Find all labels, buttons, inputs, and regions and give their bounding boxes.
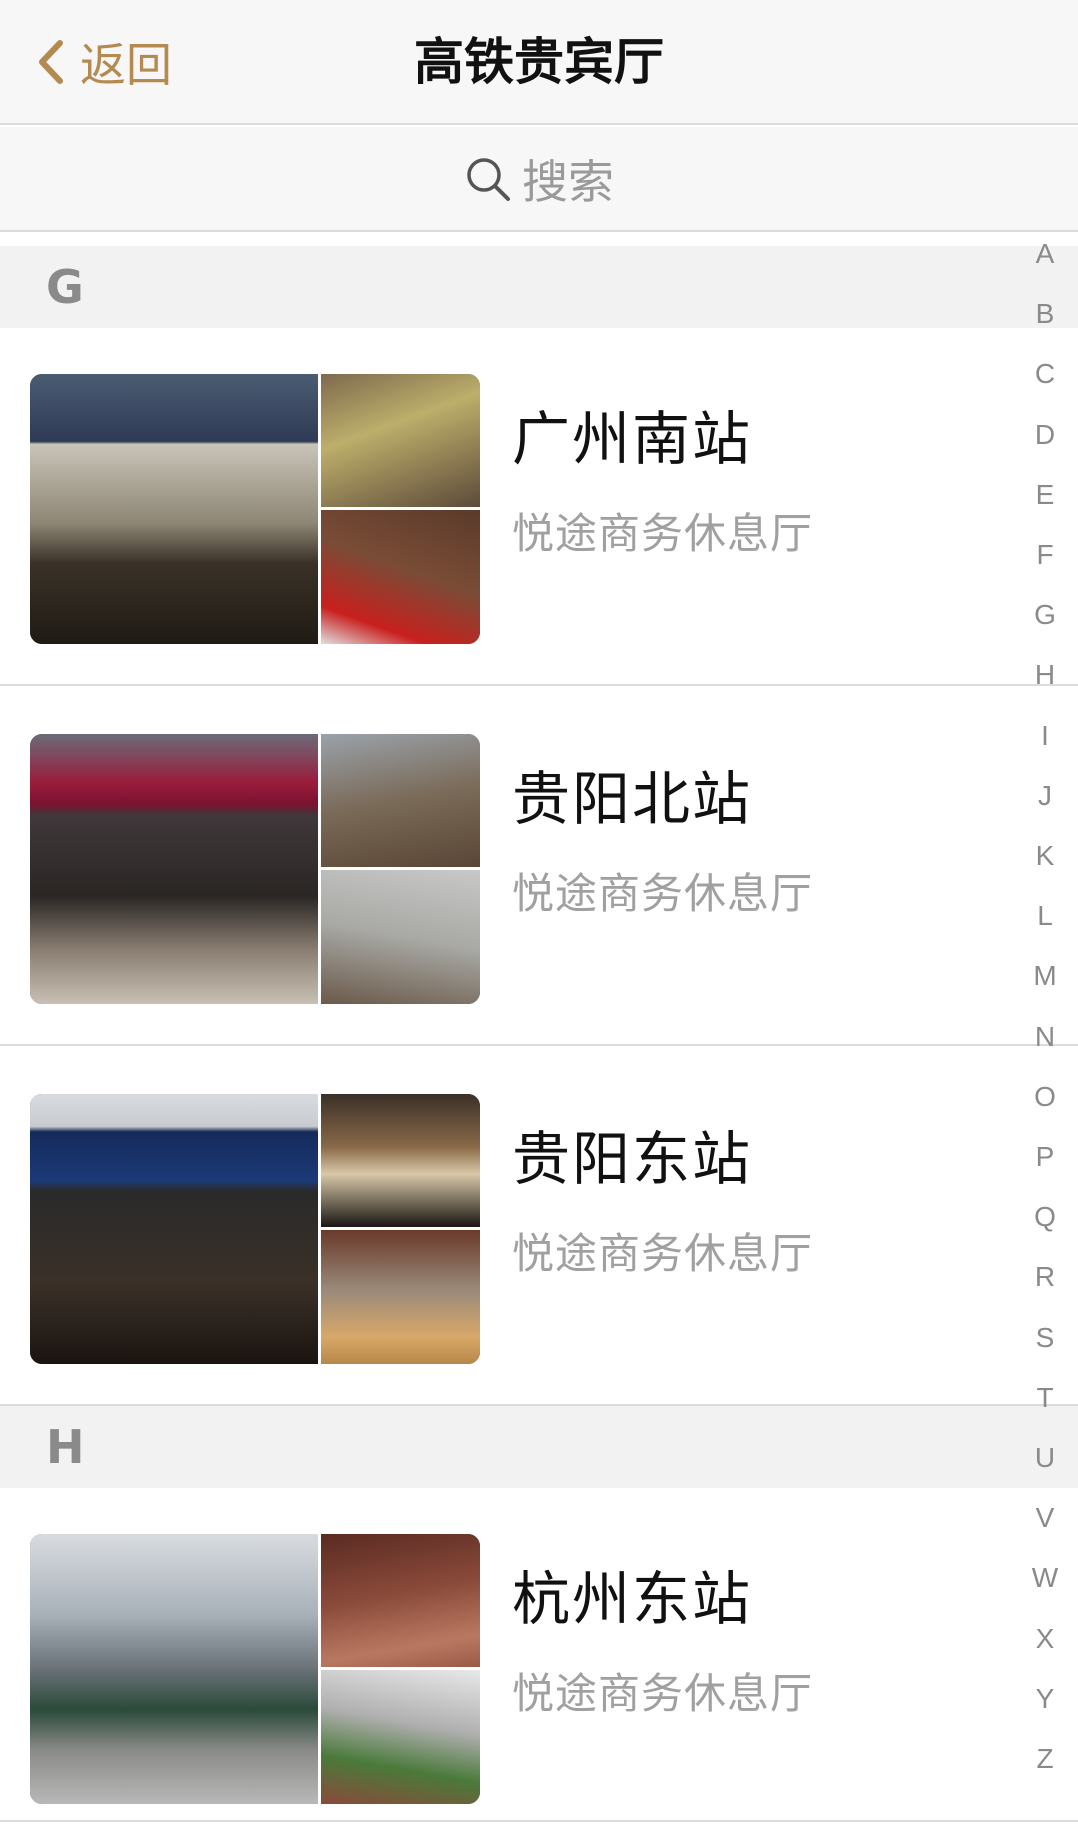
index-letter-s[interactable]: S — [1020, 1322, 1070, 1354]
index-letter-q[interactable]: Q — [1020, 1201, 1070, 1233]
index-letter-i[interactable]: I — [1020, 720, 1070, 752]
section-header-g: G — [0, 246, 1078, 328]
station-name: 杭州东站 — [512, 1565, 753, 1633]
section-letter: G — [46, 260, 84, 314]
alphabet-index[interactable]: ABCDEFGHIJKLMNOPQRSTUVWXYZ — [1020, 232, 1070, 1822]
index-letter-m[interactable]: M — [1020, 960, 1070, 992]
index-letter-v[interactable]: V — [1020, 1502, 1070, 1534]
index-letter-w[interactable]: W — [1020, 1562, 1070, 1594]
index-letter-u[interactable]: U — [1020, 1442, 1070, 1474]
lounge-photo — [30, 374, 480, 644]
list-item[interactable]: 杭州东站 悦途商务休息厅 — [0, 1488, 1078, 1827]
page-title: 高铁贵宾厅 — [414, 33, 664, 91]
index-letter-z[interactable]: Z — [1020, 1743, 1070, 1775]
list-item[interactable]: 贵阳东站 悦途商务休息厅 — [0, 1048, 1078, 1406]
lounge-photo — [30, 734, 480, 1004]
list-item[interactable]: 广州南站 悦途商务休息厅 — [0, 328, 1078, 686]
index-letter-t[interactable]: T — [1020, 1382, 1070, 1414]
index-letter-c[interactable]: C — [1020, 358, 1070, 390]
index-letter-o[interactable]: O — [1020, 1081, 1070, 1113]
index-letter-h[interactable]: H — [1020, 659, 1070, 691]
search-input[interactable]: 搜索 — [464, 146, 614, 212]
lounge-photo — [30, 1094, 480, 1364]
lounge-name: 悦途商务休息厅 — [512, 1669, 814, 1718]
search-bar[interactable]: 搜索 — [0, 127, 1078, 232]
station-name: 贵阳东站 — [512, 1125, 753, 1193]
station-name: 贵阳北站 — [512, 765, 753, 833]
divider — [0, 1820, 1078, 1822]
index-letter-n[interactable]: N — [1020, 1021, 1070, 1053]
lounge-name: 悦途商务休息厅 — [512, 1229, 814, 1278]
search-icon — [467, 157, 510, 201]
index-letter-j[interactable]: J — [1020, 780, 1070, 812]
index-letter-r[interactable]: R — [1020, 1261, 1070, 1293]
search-placeholder: 搜索 — [522, 154, 614, 209]
index-letter-x[interactable]: X — [1020, 1623, 1070, 1655]
lounge-name: 悦途商务休息厅 — [512, 509, 814, 558]
navigation-bar: 返回 高铁贵宾厅 — [0, 0, 1078, 125]
lounge-photo — [30, 1534, 480, 1804]
index-letter-p[interactable]: P — [1020, 1141, 1070, 1173]
index-letter-y[interactable]: Y — [1020, 1683, 1070, 1715]
index-letter-e[interactable]: E — [1020, 479, 1070, 511]
section-letter: H — [46, 1420, 85, 1474]
index-letter-d[interactable]: D — [1020, 419, 1070, 451]
station-name: 广州南站 — [512, 405, 753, 473]
index-letter-g[interactable]: G — [1020, 599, 1070, 631]
index-letter-a[interactable]: A — [1020, 238, 1070, 270]
index-letter-l[interactable]: L — [1020, 900, 1070, 932]
list-item[interactable]: 贵阳北站 悦途商务休息厅 — [0, 688, 1078, 1046]
index-letter-f[interactable]: F — [1020, 539, 1070, 571]
index-letter-k[interactable]: K — [1020, 840, 1070, 872]
index-letter-b[interactable]: B — [1020, 298, 1070, 330]
section-header-h: H — [0, 1406, 1078, 1488]
lounge-name: 悦途商务休息厅 — [512, 869, 814, 918]
